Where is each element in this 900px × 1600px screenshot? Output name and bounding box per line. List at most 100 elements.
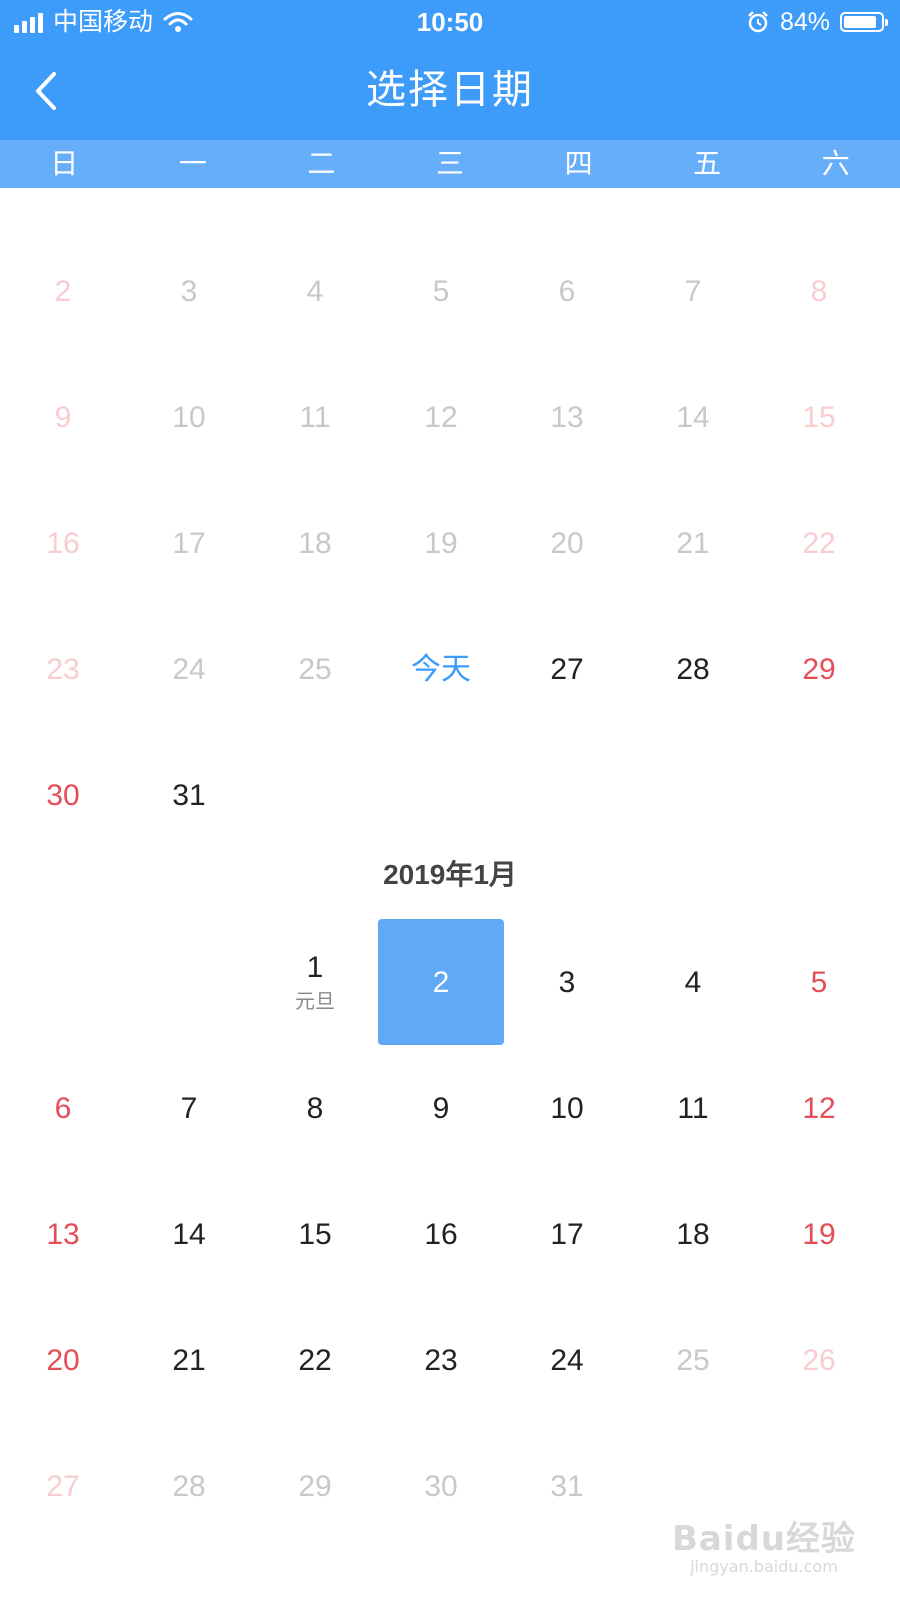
calendar-day-selected[interactable]: 2 [378, 919, 504, 1045]
day-number: 4 [306, 275, 324, 308]
calendar-day: 31 [504, 1423, 630, 1549]
calendar-day[interactable]: 24 [504, 1297, 630, 1423]
calendar-day: 28 [126, 1423, 252, 1549]
day-number: 17 [550, 1218, 584, 1251]
calendar-day[interactable]: 20 [0, 1297, 126, 1423]
day-number: 29 [298, 1470, 332, 1503]
calendar-day[interactable]: 13 [0, 1171, 126, 1297]
calendar-day: 14 [630, 354, 756, 480]
status-bar: 中国移动 10:50 84% [0, 0, 900, 44]
calendar-day: 30 [378, 1423, 504, 1549]
day-number: 11 [299, 401, 331, 434]
calendar-day[interactable]: 5 [756, 919, 882, 1045]
month-title: 2019年1月 [383, 859, 517, 890]
day-number: 22 [802, 527, 836, 560]
calendar-day: 25 [630, 1297, 756, 1423]
day-number: 24 [172, 653, 206, 686]
day-number: 14 [172, 1218, 206, 1251]
day-number: 10 [550, 1092, 584, 1125]
day-number: 2 [432, 966, 450, 999]
day-number: 16 [46, 527, 80, 560]
day-number: 7 [180, 1092, 198, 1125]
calendar-day[interactable]: 31 [126, 732, 252, 858]
calendar-day: 18 [252, 480, 378, 606]
calendar-day[interactable]: 4 [630, 919, 756, 1045]
calendar-day: 5 [378, 228, 504, 354]
weekday-thu: 四 [564, 148, 593, 179]
calendar-day: 7 [630, 228, 756, 354]
calendar-day[interactable]: 22 [252, 1297, 378, 1423]
day-number: 7 [684, 275, 702, 308]
watermark-url: jingyan.baidu.com [690, 1557, 838, 1576]
calendar-day-today[interactable]: 今天 [378, 606, 504, 732]
day-number: 17 [172, 527, 206, 560]
calendar-day[interactable]: 1 元旦 [252, 919, 378, 1045]
calendar-day: 11 [252, 354, 378, 480]
calendar-day: 29 [252, 1423, 378, 1549]
calendar-day[interactable]: 30 [0, 732, 126, 858]
calendar-day[interactable]: 14 [126, 1171, 252, 1297]
day-number: 27 [46, 1470, 80, 1503]
day-number: 14 [676, 401, 710, 434]
calendar-day[interactable]: 3 [504, 919, 630, 1045]
day-number: 8 [810, 275, 828, 308]
day-number: 23 [46, 653, 80, 686]
calendar-day[interactable]: 15 [252, 1171, 378, 1297]
weekday-mon: 一 [178, 148, 207, 179]
battery-icon [840, 12, 888, 32]
calendar-day[interactable]: 7 [126, 1045, 252, 1171]
calendar-day: 8 [756, 228, 882, 354]
day-number: 9 [432, 1092, 450, 1125]
calendar-day: 24 [126, 606, 252, 732]
calendar-day[interactable]: 18 [630, 1171, 756, 1297]
day-number: 今天 [411, 653, 471, 686]
calendar-day: 21 [630, 480, 756, 606]
day-number: 31 [172, 779, 206, 812]
day-number: 3 [180, 275, 198, 308]
day-number: 21 [676, 527, 710, 560]
weekday-wed: 三 [436, 148, 465, 179]
calendar-day: 19 [378, 480, 504, 606]
calendar-day[interactable]: 27 [504, 606, 630, 732]
calendar-day[interactable]: 8 [252, 1045, 378, 1171]
calendar-day: 6 [504, 228, 630, 354]
day-number: 12 [802, 1092, 836, 1125]
calendar-day[interactable]: 6 [0, 1045, 126, 1171]
calendar-day: 23 [0, 606, 126, 732]
day-number: 30 [424, 1470, 458, 1503]
calendar-day[interactable]: 9 [378, 1045, 504, 1171]
calendar-day: 3 [126, 228, 252, 354]
calendar-day[interactable]: 21 [126, 1297, 252, 1423]
calendar-day[interactable]: 12 [756, 1045, 882, 1171]
day-number: 11 [677, 1092, 709, 1125]
day-number: 18 [298, 527, 332, 560]
calendar-day[interactable]: 11 [630, 1045, 756, 1171]
calendar-day[interactable]: 19 [756, 1171, 882, 1297]
day-number: 15 [802, 401, 836, 434]
calendar-day[interactable]: 10 [504, 1045, 630, 1171]
day-number: 24 [550, 1344, 584, 1377]
day-number: 22 [298, 1344, 332, 1377]
day-number: 9 [54, 401, 72, 434]
battery-percent: 84% [779, 8, 830, 36]
day-number: 19 [424, 527, 458, 560]
calendar-day[interactable]: 16 [378, 1171, 504, 1297]
calendar-day[interactable]: 17 [504, 1171, 630, 1297]
day-number: 4 [684, 966, 702, 999]
calendar-day[interactable]: 23 [378, 1297, 504, 1423]
day-number: 28 [172, 1470, 206, 1503]
weekday-tue: 二 [307, 148, 336, 179]
calendar-day: 10 [126, 354, 252, 480]
day-number: 6 [54, 1092, 72, 1125]
calendar-day: 2 [0, 228, 126, 354]
calendar-day[interactable]: 29 [756, 606, 882, 732]
day-number: 26 [802, 1344, 836, 1377]
calendar-day[interactable]: 28 [630, 606, 756, 732]
alarm-icon [748, 11, 768, 33]
calendar-day: 22 [756, 480, 882, 606]
day-number: 2 [54, 275, 72, 308]
calendar-day: 12 [378, 354, 504, 480]
holiday-label: 元旦 [295, 991, 335, 1013]
day-number: 8 [306, 1092, 324, 1125]
day-number: 1 [306, 951, 324, 984]
